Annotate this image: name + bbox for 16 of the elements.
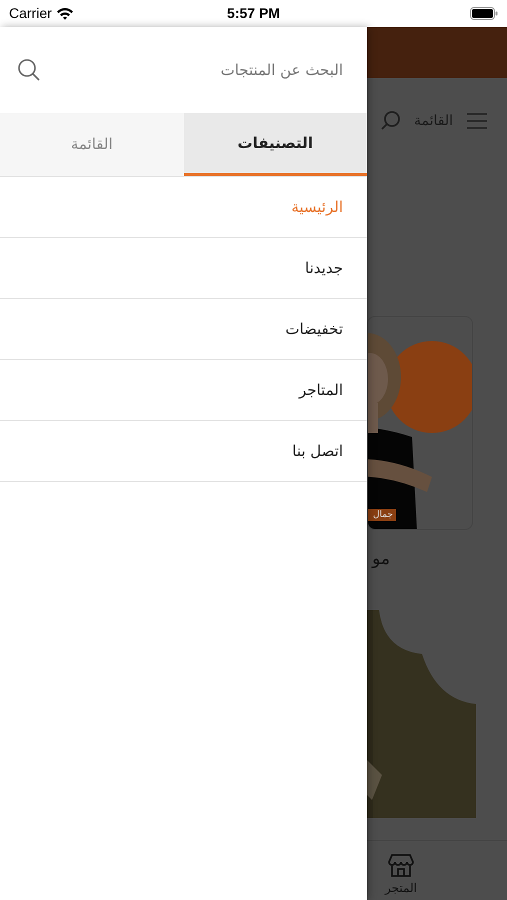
product-name: مو	[372, 548, 390, 572]
menu-item[interactable]: تخفيضات	[0, 299, 367, 360]
wifi-icon	[56, 7, 74, 20]
menu-icon[interactable]	[465, 111, 489, 131]
search-icon[interactable]	[16, 57, 42, 83]
menu-item[interactable]: جديدنا	[0, 238, 367, 299]
drawer-tab[interactable]: التصنيفات	[184, 113, 367, 176]
battery-icon	[470, 7, 498, 20]
menu-item[interactable]: اتصل بنا	[0, 421, 367, 482]
product-card[interactable]: جمال	[367, 316, 473, 530]
search-field[interactable]: البحث عن المنتجات	[52, 58, 343, 82]
carrier-label: Carrier	[9, 4, 52, 23]
menu-item[interactable]: المتاجر	[0, 360, 367, 421]
store-icon	[388, 853, 414, 877]
product-badge: جمال	[368, 509, 396, 521]
time-label: 5:57 PM	[227, 4, 280, 23]
